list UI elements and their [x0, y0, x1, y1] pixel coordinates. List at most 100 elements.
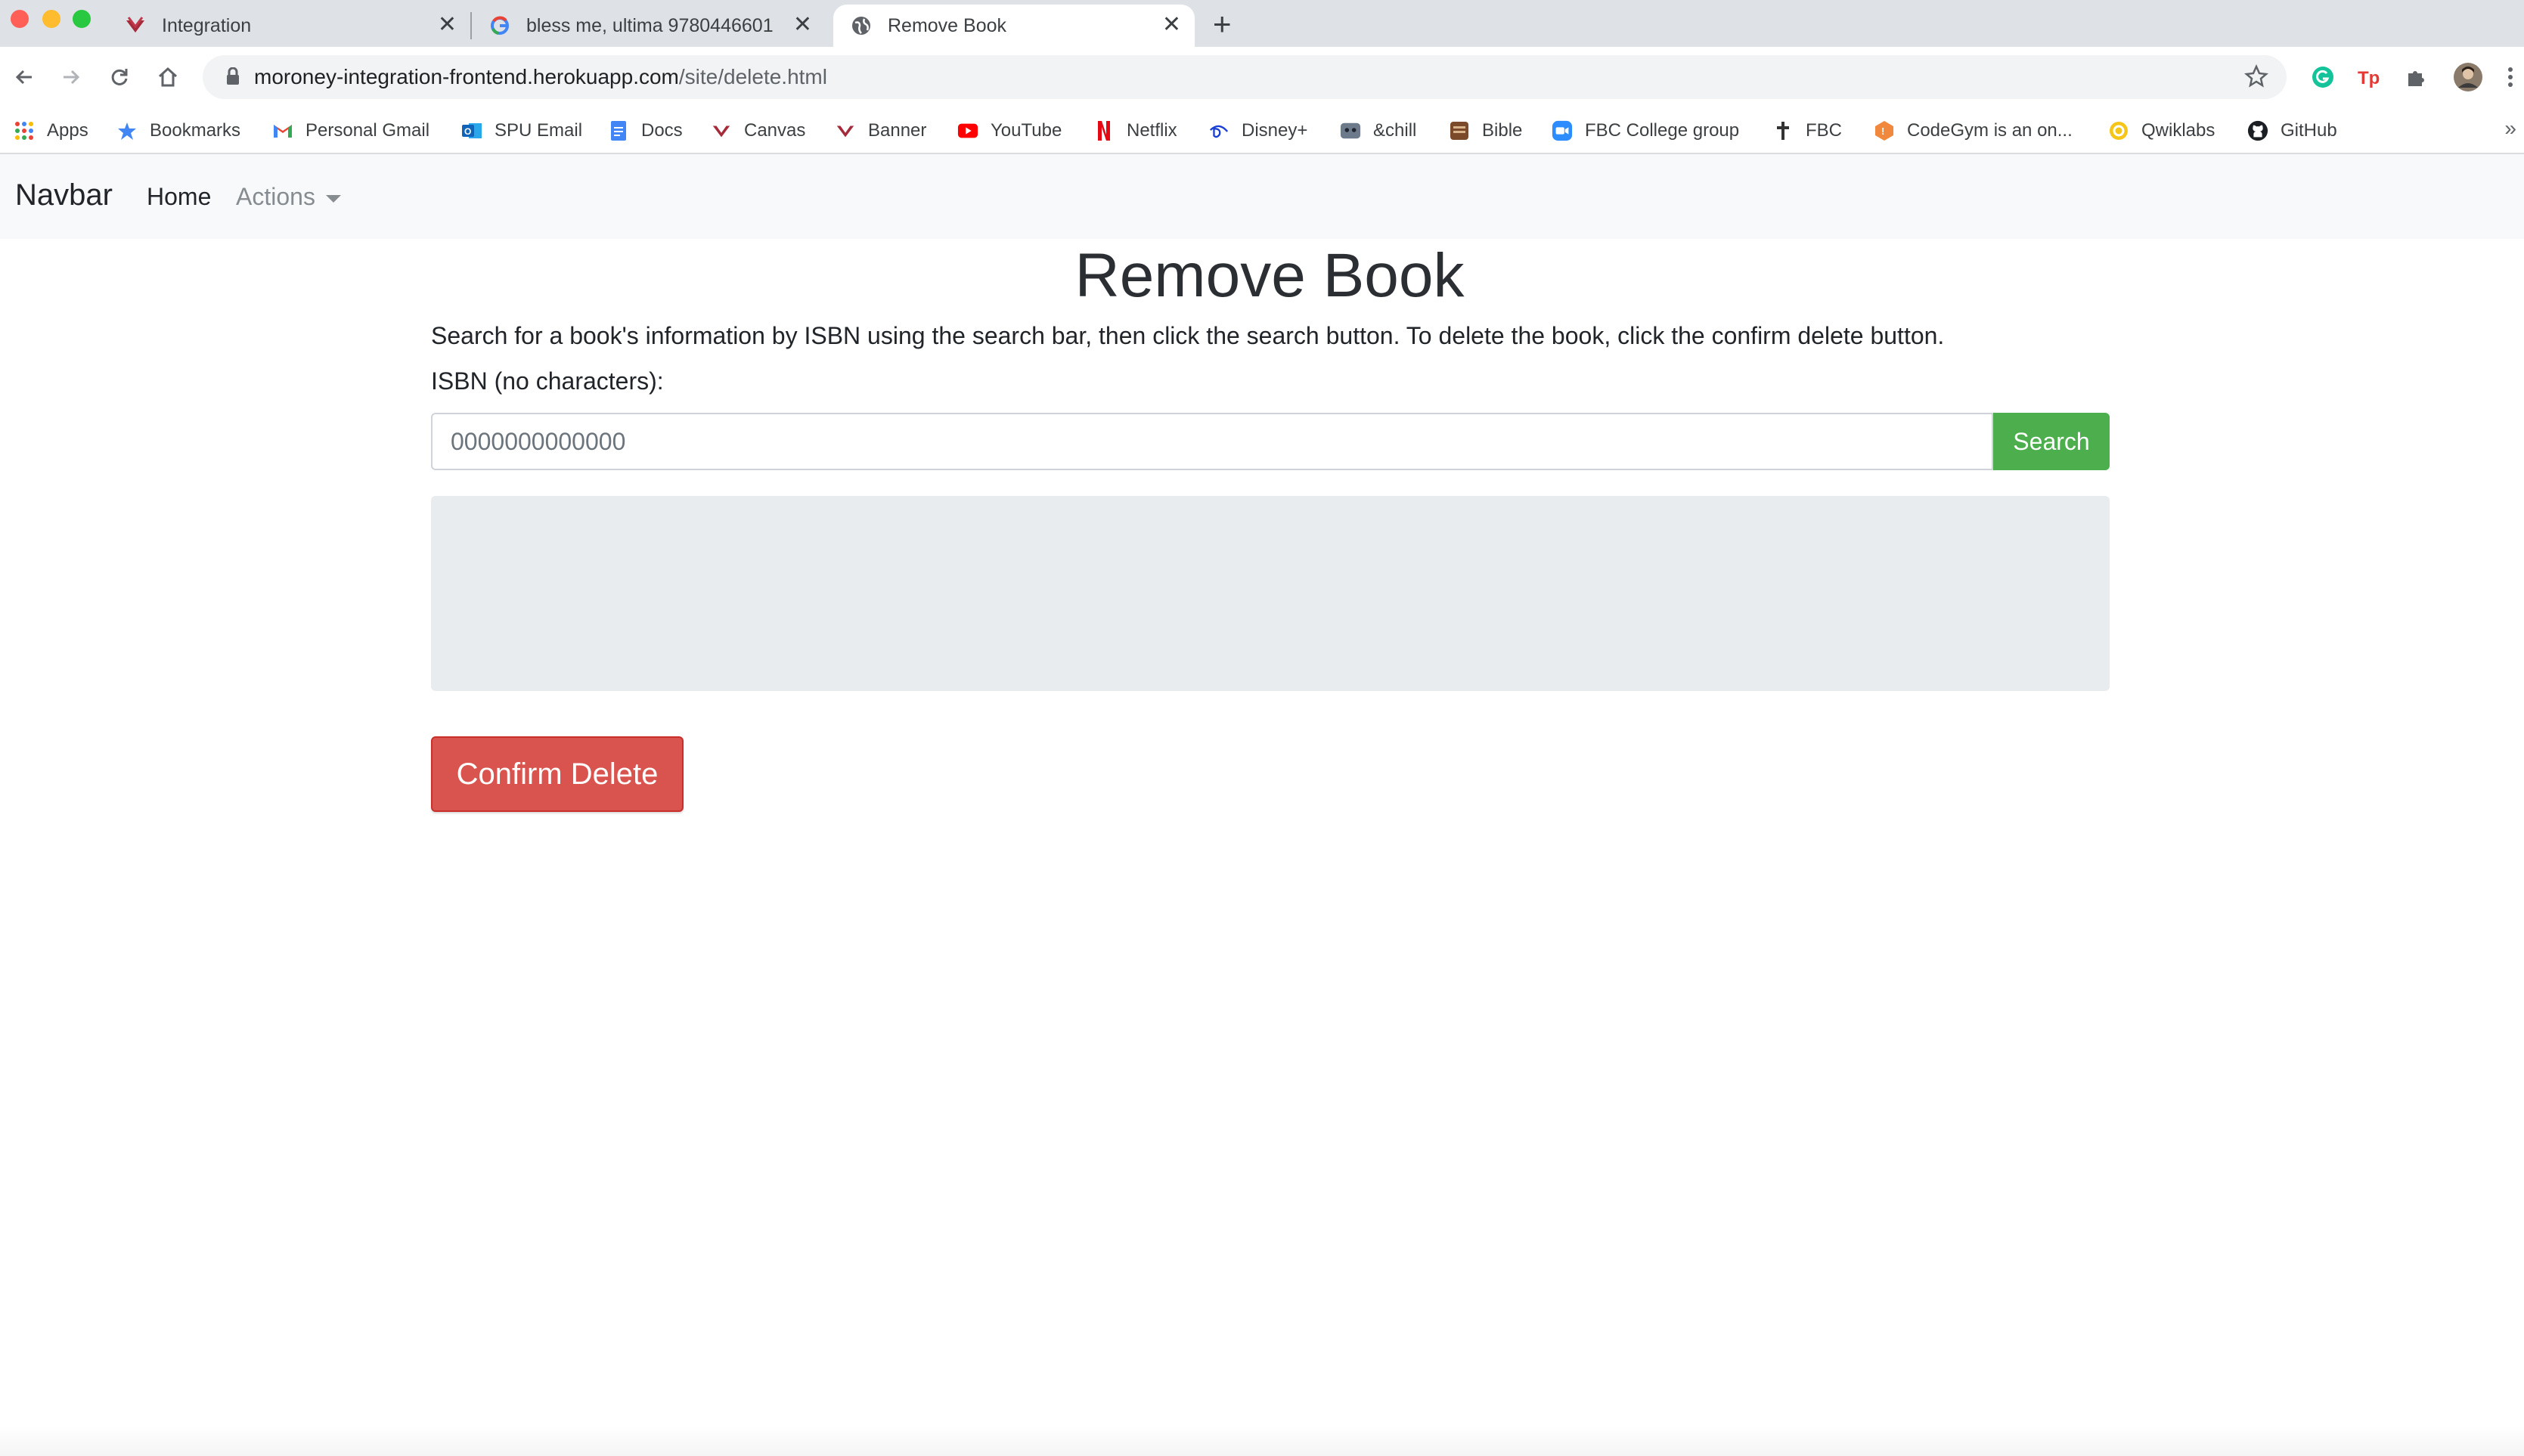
extensions-puzzle-icon[interactable]: [2402, 62, 2432, 92]
close-icon[interactable]: ✕: [793, 14, 812, 36]
tab-title: Remove Book: [888, 14, 1007, 36]
bookmark-bookmarks[interactable]: Bookmarks: [116, 118, 240, 144]
canvas-icon: [835, 120, 856, 141]
netflix-icon: [1093, 120, 1115, 141]
tab-title: Integration: [162, 14, 252, 36]
grammarly-icon[interactable]: [2308, 62, 2338, 92]
bookmark-label: Docs: [641, 120, 683, 141]
bookmark-and-chill[interactable]: &chill: [1340, 118, 1416, 144]
bookmark-label: FBC: [1806, 120, 1842, 141]
tab-remove-book[interactable]: Remove Book ✕: [833, 5, 1195, 47]
apps-grid-icon: [14, 120, 35, 141]
browser-menu-icon[interactable]: [2501, 62, 2519, 92]
isbn-search-input[interactable]: [431, 413, 1993, 470]
bookmark-label: Personal Gmail: [305, 120, 430, 141]
zoom-icon: [1552, 120, 1573, 141]
bookmark-codegym[interactable]: ! CodeGym is an on...: [1874, 118, 2073, 144]
bookmark-label: SPU Email: [495, 120, 583, 141]
bookmark-spu-email[interactable]: O SPU Email: [461, 118, 582, 144]
raccoon-icon: [1340, 120, 1361, 141]
bookmark-fbc-college-group[interactable]: FBC College group: [1552, 118, 1739, 144]
bookmarks-overflow-button[interactable]: »: [2504, 116, 2516, 141]
bookmark-netflix[interactable]: Netflix: [1093, 118, 1177, 144]
outlook-icon: O: [461, 120, 482, 141]
close-icon[interactable]: ✕: [438, 14, 457, 36]
bookmark-label: Apps: [47, 120, 88, 141]
bookmark-label: Netflix: [1127, 120, 1177, 141]
chevron-down-icon: [325, 194, 341, 203]
canvas-icon: [124, 14, 147, 37]
book-info-panel: [431, 496, 2110, 691]
url-host: moroney-integration-frontend.herokuapp.c…: [254, 65, 679, 88]
github-icon: [2247, 120, 2268, 141]
url-text: moroney-integration-frontend.herokuapp.c…: [254, 65, 827, 89]
confirm-delete-button[interactable]: Confirm Delete: [431, 736, 684, 812]
bookmarks-bar: Apps Bookmarks Personal Gmail O SPU Emai…: [0, 107, 2524, 154]
bookmark-label: Banner: [868, 120, 927, 141]
cross-icon: [1772, 120, 1794, 141]
gmail-icon: [272, 120, 293, 141]
bookmark-canvas[interactable]: Canvas: [711, 118, 805, 144]
reload-icon[interactable]: [104, 62, 135, 92]
tp-extension-icon[interactable]: Tp: [2355, 62, 2385, 92]
navbar-brand[interactable]: Navbar: [15, 178, 113, 212]
window-bottom-edge: [0, 1426, 2524, 1456]
url-path: /site/delete.html: [678, 65, 827, 88]
window-minimize-button[interactable]: [42, 10, 60, 28]
codegym-icon: !: [1874, 120, 1895, 141]
lock-icon[interactable]: [225, 67, 240, 89]
window-zoom-button[interactable]: [73, 10, 91, 28]
svg-text:O: O: [464, 126, 471, 137]
bookmark-label: YouTube: [991, 120, 1062, 141]
nav-link-home[interactable]: Home: [147, 183, 211, 211]
tab-google-search[interactable]: bless me, ultima 9780446601 ✕: [488, 5, 826, 47]
bookmark-label: FBC College group: [1585, 120, 1740, 141]
back-arrow-icon[interactable]: [9, 62, 39, 92]
bookmark-docs[interactable]: Docs: [608, 118, 683, 144]
tab-integration[interactable]: Integration ✕: [124, 5, 470, 47]
google-icon: [488, 14, 511, 37]
new-tab-button[interactable]: +: [1213, 8, 1232, 40]
page-description: Search for a book's information by ISBN …: [431, 322, 1945, 349]
close-icon[interactable]: ✕: [1162, 14, 1181, 36]
bookmark-disney-plus[interactable]: Disney+: [1208, 118, 1307, 144]
site-navbar: Navbar Home Actions: [0, 154, 2524, 239]
bookmark-bible[interactable]: Bible: [1449, 118, 1522, 144]
search-button[interactable]: Search: [1993, 413, 2110, 470]
bookmark-label: GitHub: [2281, 120, 2337, 141]
bookmark-apps[interactable]: Apps: [14, 118, 88, 144]
globe-icon: [850, 14, 873, 37]
bookmark-label: &chill: [1373, 120, 1417, 141]
bookmark-label: Disney+: [1242, 120, 1308, 141]
nav-actions-dropdown[interactable]: Actions: [236, 183, 341, 211]
bookmark-label: Qwiklabs: [2141, 120, 2215, 141]
browser-tab-strip: Integration ✕ bless me, ultima 978044660…: [0, 0, 2524, 47]
bookmark-youtube[interactable]: YouTube: [957, 118, 1062, 144]
isbn-label: ISBN (no characters):: [431, 367, 664, 395]
browser-toolbar: moroney-integration-frontend.herokuapp.c…: [0, 47, 2524, 107]
bookmark-fbc[interactable]: FBC: [1772, 118, 1842, 144]
youtube-icon: [957, 120, 978, 141]
bookmark-label: Canvas: [744, 120, 806, 141]
bible-icon: [1449, 120, 1470, 141]
bookmark-banner[interactable]: Banner: [835, 118, 926, 144]
home-icon[interactable]: [153, 62, 183, 92]
tab-title: bless me, ultima 9780446601: [526, 14, 774, 36]
profile-avatar[interactable]: [2453, 62, 2483, 92]
disney-plus-icon: [1208, 120, 1229, 141]
bookmark-personal-gmail[interactable]: Personal Gmail: [272, 118, 429, 144]
canvas-icon: [711, 120, 732, 141]
page-content: Navbar Home Actions Remove Book Search f…: [0, 154, 2524, 1456]
docs-icon: [608, 120, 629, 141]
bookmark-star-icon[interactable]: [2244, 64, 2268, 92]
svg-text:!: !: [1881, 125, 1884, 137]
address-bar[interactable]: moroney-integration-frontend.herokuapp.c…: [203, 55, 2287, 99]
window-close-button[interactable]: [11, 10, 29, 28]
bookmark-label: Bookmarks: [150, 120, 241, 141]
bookmark-label: CodeGym is an on...: [1907, 120, 2073, 141]
forward-arrow-icon[interactable]: [56, 62, 86, 92]
bookmark-qwiklabs[interactable]: Qwiklabs: [2108, 118, 2215, 144]
bookmark-github[interactable]: GitHub: [2247, 118, 2337, 144]
svg-text:Tp: Tp: [2358, 68, 2380, 88]
bookmark-label: Bible: [1482, 120, 1523, 141]
